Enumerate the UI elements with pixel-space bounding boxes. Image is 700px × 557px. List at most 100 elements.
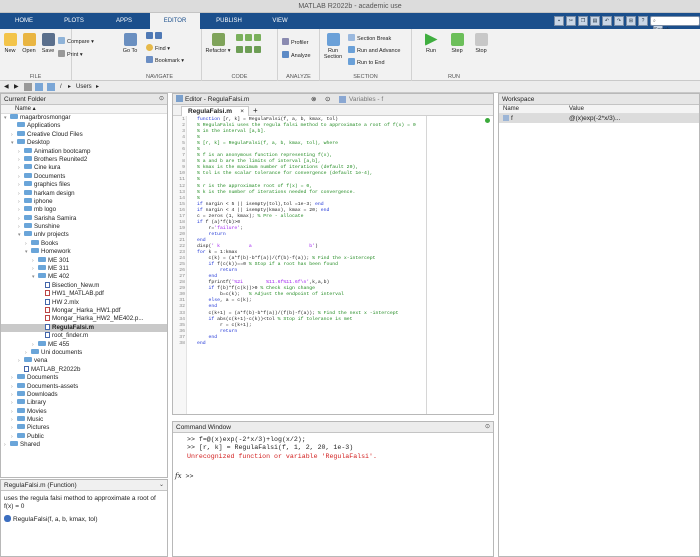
indent-tools[interactable] <box>236 46 263 54</box>
folder-item[interactable]: › Public <box>1 432 167 441</box>
folder-column-header[interactable]: Name ▴ <box>1 105 167 114</box>
cut-quick-icon[interactable]: ✂ <box>566 16 576 26</box>
browse-folder-icon[interactable] <box>35 83 43 91</box>
file-item[interactable]: HW 2.mlx <box>1 298 167 307</box>
file-item[interactable]: MATLAB_R2022b <box>1 365 167 374</box>
step-button[interactable]: Step <box>448 33 466 54</box>
path-root[interactable]: / <box>60 81 62 93</box>
redo-quick-icon[interactable]: ↷ <box>614 16 624 26</box>
variables-title[interactable]: Variables - f <box>349 94 383 105</box>
tab-publish[interactable]: PUBLISH <box>204 13 254 29</box>
folder-item[interactable]: › Movies <box>1 407 167 416</box>
run-button[interactable]: Run <box>422 33 440 54</box>
folder-item[interactable]: › graphics files <box>1 181 167 189</box>
tab-regulafalsi[interactable]: RegulaFalsi.m × <box>181 106 249 116</box>
command-options-icon[interactable]: ⊙ <box>485 422 490 433</box>
refactor-button[interactable]: Refactor ▾ <box>204 33 232 54</box>
close-editor-icon[interactable]: ⊗ <box>311 94 316 105</box>
find-button[interactable]: Find ▾ <box>146 44 170 52</box>
up-folder-icon[interactable] <box>24 83 32 91</box>
back-nav-icon[interactable]: ◀ <box>4 81 9 93</box>
workspace-name-column[interactable]: Name <box>503 105 519 114</box>
code-area[interactable]: 1 2 3 4 5 6 7 8 9 10 11 12 13 14 15 16 17 18 19 20 21 22 23 24 2… <box>173 116 493 414</box>
folder-item[interactable]: ▾ Desktop <box>1 139 167 147</box>
folder-item[interactable]: › Documents <box>1 374 167 382</box>
folder-item[interactable]: ▾ magarbrosmongar <box>1 114 167 122</box>
file-item[interactable]: HW1_MATLAB.pdf <box>1 290 167 298</box>
stop-button[interactable]: Stop <box>472 33 490 54</box>
fx-icon[interactable]: fx <box>175 472 182 480</box>
folder-item[interactable]: › Pictures <box>1 424 167 432</box>
folder-item[interactable]: ▾ Homework <box>1 248 167 256</box>
run-advance-button[interactable]: Run and Advance <box>348 46 400 54</box>
new-tab-button[interactable]: + <box>253 106 258 115</box>
search-input[interactable]: ⌕ Search <box>650 16 700 35</box>
tab-view[interactable]: VIEW <box>258 13 302 29</box>
tab-editor[interactable]: EDITOR <box>150 13 200 29</box>
paste-quick-icon[interactable]: ▤ <box>590 16 600 26</box>
folder-item[interactable]: › Cine kura <box>1 164 167 172</box>
folder-item[interactable]: › Sarisha Samira <box>1 214 167 223</box>
undo-quick-icon[interactable]: ↶ <box>602 16 612 26</box>
tab-home[interactable]: HOME <box>4 13 44 29</box>
folder-item[interactable]: ▾ ME 402 <box>1 273 167 281</box>
folder-item[interactable]: Applications <box>1 122 167 130</box>
file-item[interactable]: RegulaFalsi.m <box>1 323 167 333</box>
editor-options-icon[interactable]: ⊙ <box>325 94 330 105</box>
folder-item[interactable]: ▾ unlv projects <box>1 231 167 239</box>
run-section-button[interactable]: Run Section <box>322 33 344 60</box>
folder-item[interactable]: › iphone <box>1 197 167 206</box>
folder-item[interactable]: › ME 301 <box>1 256 167 265</box>
save-button[interactable]: Save <box>40 33 56 54</box>
tab-plots[interactable]: PLOTS <box>54 13 94 29</box>
help-icon[interactable]: ? <box>638 16 648 26</box>
folder-item[interactable]: › Downloads <box>1 390 167 399</box>
folder-item[interactable]: › harkam design <box>1 189 167 198</box>
print-button[interactable]: Print ▾ <box>58 50 83 58</box>
folder-item[interactable]: › Documents <box>1 172 167 181</box>
new-button[interactable]: New <box>2 33 18 54</box>
folder-item[interactable]: › Music <box>1 416 167 424</box>
run-to-end-button[interactable]: Run to End <box>348 58 385 66</box>
folder-item[interactable]: › Documents-assets <box>1 382 167 391</box>
folder-item[interactable]: › Shared <box>1 441 167 449</box>
tab-apps[interactable]: APPS <box>104 13 144 29</box>
folder-item[interactable]: › Library <box>1 399 167 407</box>
command-prompt-row[interactable]: fx >> <box>175 472 193 481</box>
switch-windows-icon[interactable]: ⊞ <box>626 16 636 26</box>
copy-quick-icon[interactable]: ❐ <box>578 16 588 26</box>
folder-item[interactable]: › Sunshine <box>1 223 167 231</box>
file-item[interactable]: root_finder.m <box>1 332 167 340</box>
back-forward-buttons[interactable] <box>146 32 164 40</box>
code-text[interactable]: function [r, k] = RegulaFalsi(f, a, b, k… <box>197 117 416 347</box>
code-line[interactable]: end <box>197 341 416 347</box>
close-tab-icon[interactable]: × <box>240 107 244 116</box>
folder-item[interactable]: › mb logo <box>1 206 167 214</box>
forward-nav-icon[interactable]: ▶ <box>14 81 19 93</box>
folder-item[interactable]: › Creative Cloud Files <box>1 130 167 139</box>
details-header[interactable]: RegulaFalsi.m (Function) ⌄ <box>1 480 167 491</box>
folder-item[interactable]: › ME 311 <box>1 265 167 273</box>
file-item[interactable]: Mongar_Harka_HW2_ME402.p... <box>1 315 167 323</box>
save-quick-icon[interactable]: ▪ <box>554 16 564 26</box>
file-item[interactable]: Bisection_New.m <box>1 281 167 290</box>
folder-item[interactable]: › ME 455 <box>1 340 167 349</box>
profiler-button[interactable]: Profiler <box>282 38 308 46</box>
analyze-button[interactable]: Analyze <box>282 51 311 59</box>
section-break-button[interactable]: Section Break <box>348 34 391 42</box>
workspace-row[interactable]: f @(x)exp(-2*x/3)... <box>499 114 699 123</box>
compare-button[interactable]: Compare ▾ <box>58 37 94 45</box>
workspace-value-column[interactable]: Value <box>569 105 584 114</box>
folder-item[interactable]: › Animation bootcamp <box>1 147 167 156</box>
path-users[interactable]: Users <box>76 81 92 93</box>
folder-item[interactable]: › Uni documents <box>1 348 167 357</box>
comment-tools[interactable] <box>236 34 263 42</box>
folder-item[interactable]: › vena <box>1 357 167 365</box>
folder-item[interactable]: › Brothers Reunited2 <box>1 155 167 164</box>
open-button[interactable]: Open <box>20 33 38 54</box>
folder-item[interactable]: › Books <box>1 239 167 248</box>
goto-button[interactable]: Go To <box>120 33 140 54</box>
file-item[interactable]: Mongar_Harka_HW1.pdf <box>1 306 167 315</box>
bookmark-button[interactable]: Bookmark ▾ <box>146 56 184 64</box>
chevron-down-icon[interactable]: ⌄ <box>159 480 164 491</box>
